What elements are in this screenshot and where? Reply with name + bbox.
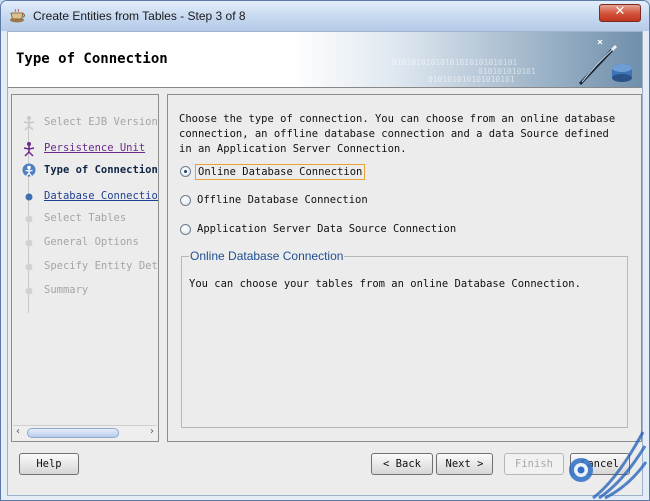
app-server-datasource-radio[interactable]: Application Server Data Source Connectio… <box>179 221 599 239</box>
banner-binary-text: 010101010101010101 <box>428 75 515 84</box>
title-bar[interactable]: Create Entities from Tables - Step 3 of … <box>1 1 649 31</box>
step-database-connection[interactable]: Database Connection <box>12 186 158 208</box>
step-summary: Summary <box>12 280 158 302</box>
wizard-body: Type of Connection 010101010101010101010… <box>7 31 643 496</box>
step-dot-icon <box>25 239 33 247</box>
step-label: Type of Connection <box>44 164 158 176</box>
window-title: Create Entities from Tables - Step 3 of … <box>33 9 246 23</box>
step-label[interactable]: Persistence Unit <box>44 142 145 154</box>
radio-label[interactable]: Application Server Data Source Connectio… <box>195 222 458 236</box>
step-dot-icon <box>25 287 33 295</box>
offline-database-radio[interactable]: Offline Database Connection <box>179 192 599 210</box>
step-figure-icon <box>23 116 35 131</box>
step-figure-icon <box>23 142 35 157</box>
cancel-button[interactable]: Cancel <box>570 453 630 475</box>
next-button[interactable]: Next > <box>436 453 493 475</box>
radio-unselected-icon[interactable] <box>180 224 191 235</box>
step-label: General Options <box>44 236 139 248</box>
step-persistence-unit[interactable]: Persistence Unit <box>12 138 158 160</box>
step-dot-icon <box>25 193 33 201</box>
coffee-cup-icon <box>10 9 25 23</box>
step-select-tables: Select Tables <box>12 208 158 230</box>
wizard-window: Create Entities from Tables - Step 3 of … <box>0 0 650 501</box>
step-label: Select EJB Version <box>44 116 158 128</box>
step-label: Select Tables <box>44 212 127 224</box>
groupbox-title: Online Database Connection <box>189 249 345 263</box>
header-banner: Type of Connection 010101010101010101010… <box>8 32 642 88</box>
step-dot-icon <box>25 263 33 271</box>
scroll-right-icon[interactable]: › <box>150 426 154 437</box>
groupbox-description: You can choose your tables from an onlin… <box>189 278 581 290</box>
step-type-of-connection: Type of Connection <box>12 160 158 182</box>
step-label: Specify Entity Details <box>44 260 158 272</box>
button-label: Cancel <box>581 458 619 470</box>
step-current-figure-icon <box>22 163 36 177</box>
steps-navigator: Select EJB Version Persistence Unit Type… <box>11 94 159 442</box>
step-label: Summary <box>44 284 89 296</box>
close-button[interactable]: ✕ <box>599 4 641 22</box>
step-specify-entity-details: Specify Entity Details <box>12 256 158 278</box>
online-connection-groupbox: Online Database Connection You can choos… <box>181 249 628 428</box>
button-label: Next > <box>445 458 484 470</box>
steps-horizontal-scrollbar[interactable]: ‹ › <box>13 425 157 440</box>
help-button[interactable]: Help <box>19 453 79 475</box>
wizard-wand-icon <box>578 39 632 86</box>
page-title: Type of Connection <box>16 51 168 67</box>
radio-unselected-icon[interactable] <box>180 195 191 206</box>
step-select-ejb-version: Select EJB Version <box>12 112 158 134</box>
button-label: Finish <box>515 458 553 470</box>
radio-label[interactable]: Offline Database Connection <box>195 193 370 207</box>
scrollbar-thumb[interactable] <box>27 428 119 438</box>
connection-type-panel: Choose the type of connection. You can c… <box>167 94 642 442</box>
step-general-options: General Options <box>12 232 158 254</box>
radio-selected-icon[interactable] <box>180 166 191 177</box>
button-label: < Back <box>383 458 421 470</box>
banner-binary-text: 01010101010101010101010101 <box>392 58 518 67</box>
scroll-left-icon[interactable]: ‹ <box>16 426 20 437</box>
step-label[interactable]: Database Connection <box>44 190 158 202</box>
online-database-radio[interactable]: Online Database Connection <box>179 163 599 181</box>
button-label: Help <box>36 458 62 470</box>
finish-button: Finish <box>504 453 564 475</box>
back-button[interactable]: < Back <box>371 453 433 475</box>
radio-label[interactable]: Online Database Connection <box>195 164 366 180</box>
instructions-text: Choose the type of connection. You can c… <box>179 113 616 155</box>
close-icon: ✕ <box>614 4 626 19</box>
step-dot-icon <box>25 215 33 223</box>
